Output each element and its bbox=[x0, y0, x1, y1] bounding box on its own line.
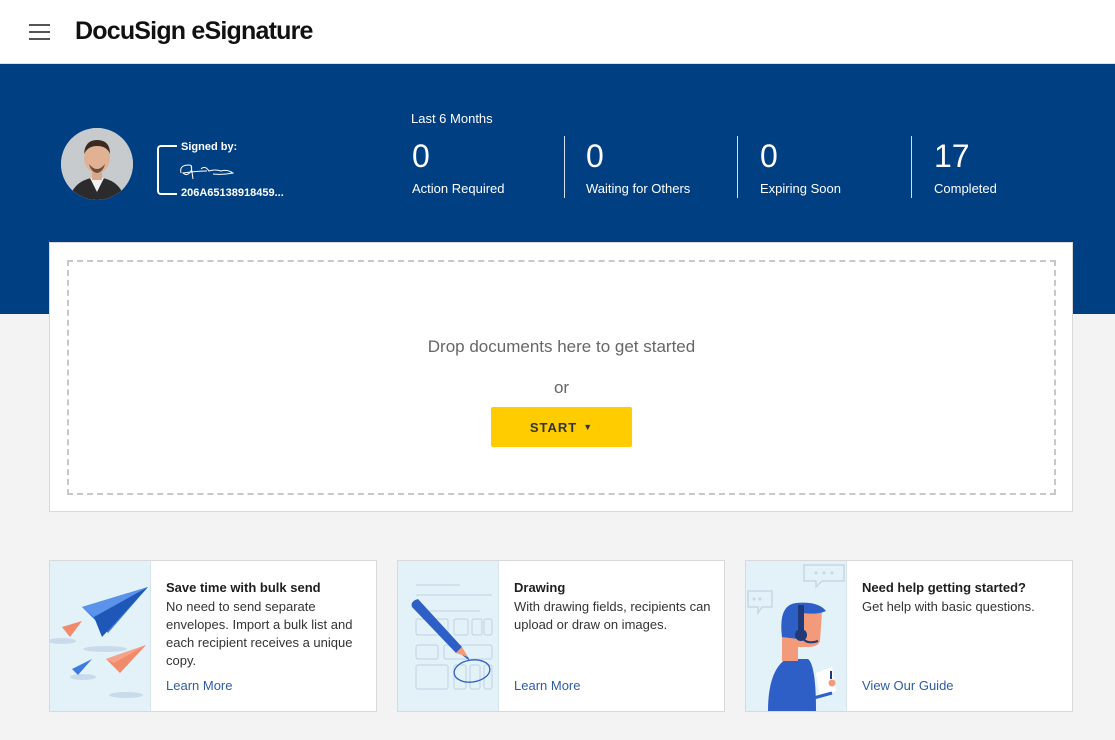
view-guide-link[interactable]: View Our Guide bbox=[862, 678, 954, 693]
dropzone-or: or bbox=[553, 378, 570, 397]
period-label: Last 6 Months bbox=[411, 111, 493, 126]
card-title: Drawing bbox=[514, 580, 566, 595]
stat-label: Expiring Soon bbox=[760, 181, 841, 196]
stat-divider bbox=[737, 136, 738, 198]
stat-value: 0 bbox=[412, 138, 430, 174]
stat-label: Waiting for Others bbox=[586, 181, 691, 196]
start-button-label: START bbox=[529, 419, 578, 435]
signature-id: 206A65138918459... bbox=[181, 187, 284, 199]
hamburger-menu-icon[interactable] bbox=[29, 24, 50, 40]
document-dropzone[interactable]: Drop documents here to get started or ST… bbox=[67, 260, 1056, 495]
dropzone-prompt: Drop documents here to get started bbox=[427, 337, 696, 356]
card-title: Need help getting started? bbox=[862, 580, 1026, 595]
user-avatar-photo bbox=[61, 128, 133, 200]
caret-down-icon: ▼ bbox=[583, 422, 594, 432]
paper-planes-illustration bbox=[50, 561, 151, 711]
card-title: Save time with bulk send bbox=[166, 580, 321, 595]
stat-divider bbox=[911, 136, 912, 198]
info-card-help: Need help getting started? Get help with… bbox=[745, 560, 1073, 712]
upload-card: Drop documents here to get started or ST… bbox=[49, 242, 1073, 512]
start-button[interactable]: START ▼ bbox=[491, 407, 632, 447]
learn-more-link[interactable]: Learn More bbox=[166, 678, 232, 693]
signature-block[interactable]: Signed by: 206A65138918459... bbox=[157, 141, 297, 199]
stat-value: 17 bbox=[934, 138, 970, 174]
card-description: With drawing fields, recipients can uplo… bbox=[514, 599, 711, 632]
stat-value: 0 bbox=[586, 138, 604, 174]
signature-bracket bbox=[157, 145, 177, 195]
info-card-drawing: Drawing With drawing fields, recipients … bbox=[397, 560, 725, 712]
stat-value: 0 bbox=[760, 138, 778, 174]
card-description: No need to send separate envelopes. Impo… bbox=[166, 599, 353, 668]
pencil-drawing-illustration bbox=[398, 561, 499, 711]
learn-more-link[interactable]: Learn More bbox=[514, 678, 580, 693]
user-avatar[interactable] bbox=[61, 128, 133, 200]
app-logo[interactable]: DocuSign eSignature bbox=[75, 17, 313, 46]
info-card-bulk-send: Save time with bulk send No need to send… bbox=[49, 560, 377, 712]
stat-label: Action Required bbox=[412, 181, 505, 196]
stat-label: Completed bbox=[934, 181, 997, 196]
top-bar: DocuSign eSignature bbox=[0, 0, 1115, 64]
signature-scribble-icon bbox=[180, 164, 235, 180]
support-agent-illustration bbox=[746, 561, 847, 711]
stat-divider bbox=[564, 136, 565, 198]
card-description: Get help with basic questions. bbox=[862, 599, 1035, 614]
signed-by-label: Signed by: bbox=[181, 141, 238, 153]
